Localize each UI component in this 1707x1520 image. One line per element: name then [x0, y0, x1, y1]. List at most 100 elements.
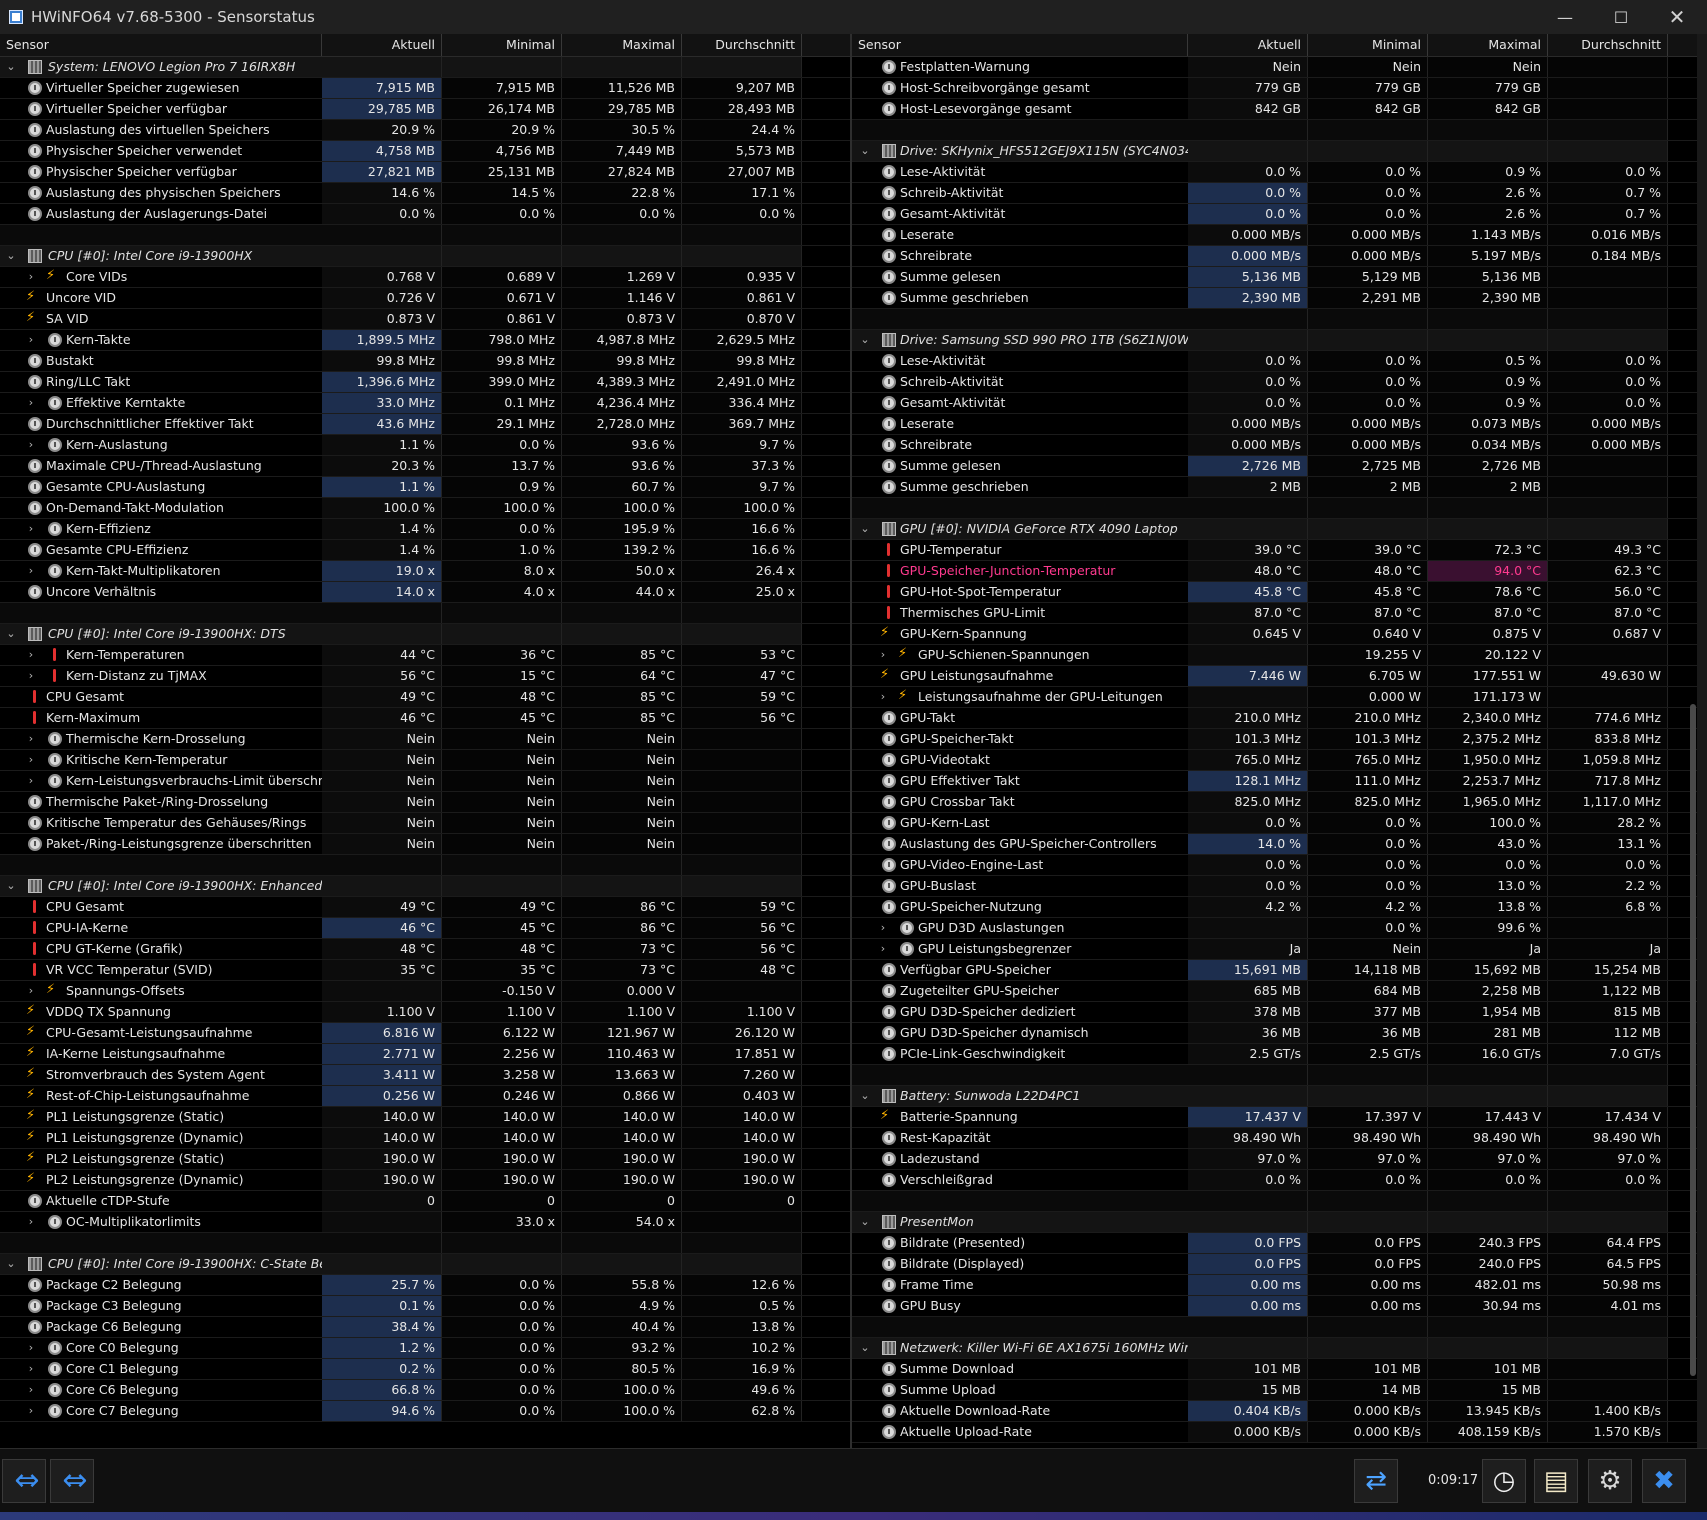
sensor-row[interactable]: GPU-Speicher-Takt 101.3 MHz 101.3 MHz 2,375… [852, 729, 1697, 750]
column-max[interactable]: Maximal [1428, 34, 1548, 56]
sensor-row[interactable]: Leserate 0.000 MB/s 0.000 MB/s 0.073 MB/s 0.… [852, 414, 1697, 435]
sensor-row[interactable]: GPU-Kern-Spannung 0.645 V0.640 V0.875 V0.… [852, 624, 1697, 645]
sensor-row[interactable]: › Core VIDs 0.768 V0.689 V1.269 V0.935 V [0, 267, 850, 288]
expand-chevron-icon[interactable]: › [24, 981, 38, 1001]
sensor-row[interactable]: PCIe-Link-Geschwindigkeit 2.5 GT/s 2.5 GT/… [852, 1044, 1697, 1065]
expand-chevron-icon[interactable]: › [876, 939, 890, 959]
collapse-chevron-icon[interactable]: ⌄ [858, 1212, 872, 1232]
expand-chevron-icon[interactable]: › [876, 645, 890, 665]
sensor-row[interactable]: Ladezustand 97.0 % 97.0 % 97.0 % 97.0 % [852, 1149, 1697, 1170]
sensor-row[interactable]: › Core C7 Belegung 94.6 % 0.0 % 100.0 % 62.8 … [0, 1401, 850, 1422]
column-avg[interactable]: Durchschnitt [682, 34, 802, 56]
sensor-row[interactable]: Zugeteilter GPU-Speicher 685 MB 684 MB 2,25… [852, 981, 1697, 1002]
sensor-row[interactable]: Uncore Verhältnis 14.0 x 4.0 x 44.0 x 25.0 x [0, 582, 850, 603]
column-sensor[interactable]: Sensor [0, 34, 322, 56]
sensor-row[interactable]: Auslastung der Auslagerungs-Datei 0.0 % 0.… [0, 204, 850, 225]
expand-chevron-icon[interactable]: › [24, 1338, 38, 1358]
nav-forward-button[interactable]: ⇔ [50, 1459, 94, 1503]
sensor-row[interactable]: Schreibrate 0.000 MB/s 0.000 MB/s 5.197 MB/… [852, 246, 1697, 267]
sensor-row[interactable]: Festplatten-Warnung Nein Nein Nein [852, 57, 1697, 78]
sensor-group[interactable]: ⌄ Drive: SKHynix_HFS512GEJ9X115N (SYC4N03… [852, 141, 1697, 162]
sensor-row[interactable]: Virtueller Speicher zugewiesen 7,915 MB 7,… [0, 78, 850, 99]
sensor-row[interactable]: Summe Upload 15 MB 14 MB 15 MB [852, 1380, 1697, 1401]
sensor-row[interactable]: CPU-Gesamt-Leistungsaufnahme 6.816 W6.122… [0, 1023, 850, 1044]
sensor-row[interactable]: IA-Kerne Leistungsaufnahme 2.771 W2.256 W… [0, 1044, 850, 1065]
sensor-row[interactable]: Summe geschrieben 2 MB 2 MB 2 MB [852, 477, 1697, 498]
sensor-row[interactable]: Physischer Speicher verwendet 4,758 MB 4,7… [0, 141, 850, 162]
clock-reset-button[interactable]: ◷ [1482, 1459, 1526, 1503]
sensor-group[interactable]: ⌄ Drive: Samsung SSD 990 PRO 1TB (S6Z1NJ0… [852, 330, 1697, 351]
sensor-row[interactable]: Package C6 Belegung 38.4 % 0.0 % 40.4 % 13.8… [0, 1317, 850, 1338]
sensor-row[interactable]: Batterie-Spannung 17.437 V17.397 V17.443 … [852, 1107, 1697, 1128]
sensor-row[interactable]: Host-Schreibvorgänge gesamt 779 GB 779 GB 7… [852, 78, 1697, 99]
sensor-row[interactable]: CPU-IA-Kerne 46 °C 45 °C 86 °C 56 °C [0, 918, 850, 939]
sensor-row[interactable]: GPU-Takt 210.0 MHz 210.0 MHz 2,340.0 MHz 774… [852, 708, 1697, 729]
sensor-group[interactable]: ⌄ Battery: Sunwoda L22D4PC1 [852, 1086, 1697, 1107]
expand-chevron-icon[interactable]: › [24, 435, 38, 455]
sensor-row[interactable]: › Leistungsaufnahme der GPU-Leitungen 0.00… [852, 687, 1697, 708]
sensor-row[interactable]: Lese-Aktivität 0.0 % 0.0 % 0.9 % 0.0 % [852, 162, 1697, 183]
sensor-row[interactable]: › GPU D3D Auslastungen 0.0 % 99.6 % [852, 918, 1697, 939]
column-min[interactable]: Minimal [1308, 34, 1428, 56]
sensor-row[interactable]: Kern-Maximum 46 °C 45 °C 85 °C 56 °C [0, 708, 850, 729]
sensor-row[interactable]: › Core C1 Belegung 0.2 % 0.0 % 80.5 % 16.9 % [0, 1359, 850, 1380]
sensor-row[interactable]: Gesamte CPU-Auslastung 1.1 % 0.9 % 60.7 % 9.… [0, 477, 850, 498]
sensor-row[interactable]: Physischer Speicher verfügbar 27,821 MB 25… [0, 162, 850, 183]
sensor-row[interactable]: PL1 Leistungsgrenze (Static)140.0 W140.0… [0, 1107, 850, 1128]
expand-chevron-icon[interactable]: › [24, 729, 38, 749]
sensor-group[interactable]: ⌄ CPU [#0]: Intel Core i9-13900HX: Enhanc… [0, 876, 850, 897]
sensor-row[interactable]: VR VCC Temperatur (SVID) 35 °C 35 °C 73 °C 4… [0, 960, 850, 981]
sensor-row[interactable]: Auslastung des virtuellen Speichers 20.9 … [0, 120, 850, 141]
close-button[interactable]: ✖ [1642, 1459, 1686, 1503]
expand-chevron-icon[interactable]: › [876, 918, 890, 938]
expand-chevron-icon[interactable]: › [24, 330, 38, 350]
sensor-group[interactable]: ⌄ Netzwerk: Killer Wi-Fi 6E AX1675i 160MH… [852, 1338, 1697, 1359]
sensor-row[interactable]: Summe gelesen 2,726 MB 2,725 MB 2,726 MB [852, 456, 1697, 477]
column-sensor[interactable]: Sensor [852, 34, 1188, 56]
sensor-row[interactable]: Maximale CPU-/Thread-Auslastung 20.3 % 13.… [0, 456, 850, 477]
sensor-row[interactable]: GPU-Video-Engine-Last 0.0 % 0.0 % 0.0 % 0.0 … [852, 855, 1697, 876]
settings-button[interactable]: ⚙ [1588, 1459, 1632, 1503]
sensor-row[interactable]: › GPU Leistungsbegrenzer Ja Nein Ja Ja [852, 939, 1697, 960]
network-button[interactable]: ⇄ [1354, 1459, 1398, 1503]
sensor-row[interactable]: › OC-Multiplikatorlimits 33.0 x 54.0 x [0, 1212, 850, 1233]
sensor-row[interactable]: Thermisches GPU-Limit 87.0 °C 87.0 °C 87.0 … [852, 603, 1697, 624]
sensor-row[interactable]: Schreibrate 0.000 MB/s 0.000 MB/s 0.034 MB/… [852, 435, 1697, 456]
sensor-row[interactable]: › GPU-Schienen-Spannungen 19.255 V20.122 V [852, 645, 1697, 666]
expand-chevron-icon[interactable]: › [24, 1401, 38, 1421]
sensor-row[interactable]: GPU-Buslast 0.0 % 0.0 % 13.0 % 2.2 % [852, 876, 1697, 897]
vertical-scrollbar[interactable] [1690, 704, 1696, 1376]
column-max[interactable]: Maximal [562, 34, 682, 56]
collapse-chevron-icon[interactable]: ⌄ [858, 1338, 872, 1358]
sensor-row[interactable]: › Thermische Kern-Drosselung Nein Nein Nein [0, 729, 850, 750]
sensor-row[interactable]: Auslastung des GPU-Speicher-Controllers 1… [852, 834, 1697, 855]
sensor-row[interactable]: › Kern-Auslastung 1.1 % 0.0 % 93.6 % 9.7 % [0, 435, 850, 456]
close-window-button[interactable]: ✕ [1651, 0, 1703, 34]
sensor-row[interactable]: GPU-Temperatur 39.0 °C 39.0 °C 72.3 °C 49.3 … [852, 540, 1697, 561]
sensor-row[interactable]: Verfügbar GPU-Speicher 15,691 MB 14,118 MB… [852, 960, 1697, 981]
expand-chevron-icon[interactable]: › [876, 687, 890, 707]
sensor-row[interactable]: Durchschnittlicher Effektiver Takt 43.6 M… [0, 414, 850, 435]
sensor-row[interactable]: Gesamt-Aktivität 0.0 % 0.0 % 0.9 % 0.0 % [852, 393, 1697, 414]
expand-chevron-icon[interactable]: › [24, 519, 38, 539]
sensor-row[interactable]: CPU Gesamt 49 °C 48 °C 85 °C 59 °C [0, 687, 850, 708]
sensor-row[interactable]: › Kern-Effizienz 1.4 % 0.0 % 195.9 % 16.6 % [0, 519, 850, 540]
sensor-row[interactable]: Rest-Kapazität 98.490 Wh 98.490 Wh 98.490 W… [852, 1128, 1697, 1149]
sensor-row[interactable]: Bustakt 99.8 MHz 99.8 MHz 99.8 MHz 99.8 MHz [0, 351, 850, 372]
sensor-row[interactable]: Gesamte CPU-Effizienz 1.4 % 1.0 % 139.2 % 16… [0, 540, 850, 561]
sensor-group[interactable]: ⌄ GPU [#0]: NVIDIA GeForce RTX 4090 Lapto… [852, 519, 1697, 540]
sensor-row[interactable]: › Kern-Leistungsverbrauchs-Limit überschr… [0, 771, 850, 792]
sensor-row[interactable]: Package C3 Belegung 0.1 % 0.0 % 4.9 % 0.5 % [0, 1296, 850, 1317]
collapse-chevron-icon[interactable]: ⌄ [858, 141, 872, 161]
sensor-row[interactable]: › Spannungs-Offsets -0.150 V0.000 V [0, 981, 850, 1002]
expand-chevron-icon[interactable]: › [24, 666, 38, 686]
sensor-row[interactable]: › Kern-Distanz zu TjMAX 56 °C 15 °C 64 °C 47 … [0, 666, 850, 687]
sensor-row[interactable]: Stromverbrauch des System Agent 3.411 W3.… [0, 1065, 850, 1086]
column-min[interactable]: Minimal [442, 34, 562, 56]
sensor-row[interactable]: Uncore VID 0.726 V0.671 V1.146 V0.861 V [0, 288, 850, 309]
collapse-chevron-icon[interactable]: ⌄ [4, 876, 18, 896]
maximize-button[interactable]: ☐ [1595, 0, 1647, 34]
sensor-row[interactable]: Rest-of-Chip-Leistungsaufnahme 0.256 W0.2… [0, 1086, 850, 1107]
sensor-row[interactable]: › Kern-Takte 1,899.5 MHz 798.0 MHz 4,987.8 M… [0, 330, 850, 351]
expand-chevron-icon[interactable]: › [24, 1380, 38, 1400]
